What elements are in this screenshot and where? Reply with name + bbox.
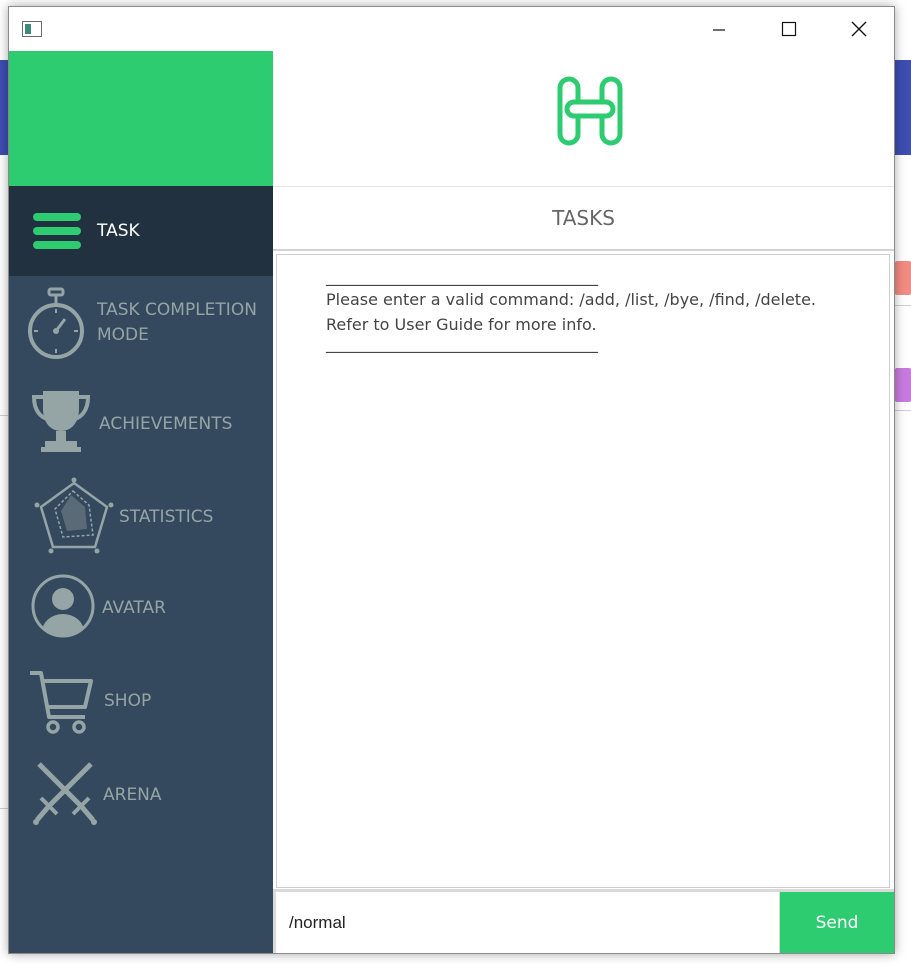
close-button[interactable] (824, 7, 894, 51)
sidebar-item-label: ACHIEVEMENTS (99, 414, 233, 434)
maximize-icon (781, 21, 797, 37)
sidebar-item-arena[interactable]: ARENA (9, 752, 273, 842)
logo-header (273, 51, 894, 187)
sidebar-item-shop[interactable]: SHOP (9, 659, 273, 747)
output-line: __________________________________ (326, 334, 598, 353)
output-text: __________________________________ Please… (326, 267, 866, 353)
sidebar-item-label: TASK COMPLETION MODE (97, 300, 257, 345)
sidebar-item-label: AVATAR (102, 598, 166, 618)
command-input[interactable] (276, 892, 779, 953)
output-line: __________________________________ (326, 267, 598, 286)
menu-icon (33, 213, 81, 249)
close-icon (851, 21, 867, 37)
output-panel[interactable]: __________________________________ Please… (276, 254, 890, 888)
sidebar-item-label: SHOP (104, 691, 152, 711)
background-chip (895, 368, 911, 402)
maximize-button[interactable] (754, 7, 824, 51)
h-logo-icon (557, 76, 623, 146)
sidebar-item-label: TASK (97, 221, 140, 241)
radar-chart-icon (34, 477, 114, 554)
minimize-icon (713, 29, 725, 31)
send-button[interactable]: Send (780, 892, 894, 953)
input-row: Send (273, 889, 894, 953)
sidebar-item-achievements[interactable]: ACHIEVEMENTS (9, 379, 273, 467)
sidebar-item-avatar[interactable]: AVATAR (9, 566, 273, 654)
app-icon (22, 21, 42, 37)
sidebar-header (9, 51, 273, 186)
user-avatar-icon (31, 574, 95, 638)
minimize-button[interactable] (684, 7, 754, 51)
page-title: TASKS (273, 187, 894, 251)
sidebar-item-label: STATISTICS (119, 507, 214, 527)
title-bar[interactable] (9, 7, 894, 51)
main-panel: TASKS __________________________________… (273, 51, 894, 953)
sidebar: TASK TASK COMPLETION MODE ACHIEVEMENTS S… (9, 51, 273, 953)
sidebar-item-task-completion-mode[interactable]: TASK COMPLETION MODE (9, 279, 273, 369)
background-chip (895, 261, 911, 295)
sidebar-item-label: ARENA (103, 785, 162, 805)
sidebar-item-task[interactable]: TASK (9, 186, 273, 276)
stopwatch-icon (28, 287, 84, 359)
desktop: TASK TASK COMPLETION MODE ACHIEVEMENTS S… (0, 0, 911, 969)
crossed-swords-icon (33, 762, 97, 825)
app-window: TASK TASK COMPLETION MODE ACHIEVEMENTS S… (8, 6, 895, 954)
sidebar-item-statistics[interactable]: STATISTICS (9, 471, 273, 561)
trophy-icon (31, 391, 91, 452)
shopping-cart-icon (30, 671, 93, 734)
output-line: Please enter a valid command: /add, /lis… (326, 290, 816, 309)
